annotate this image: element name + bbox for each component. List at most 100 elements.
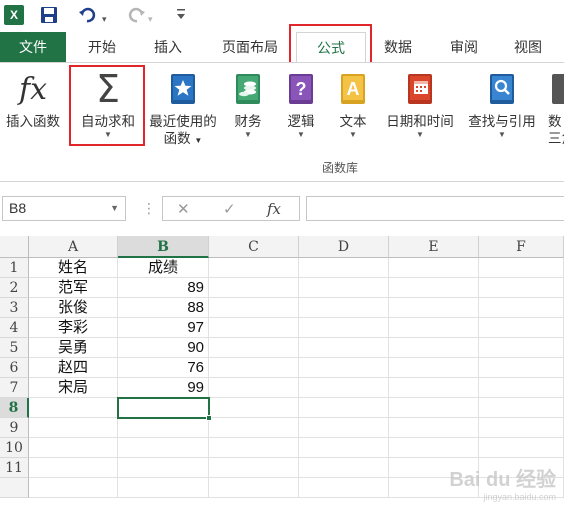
table-cell[interactable] [389, 438, 479, 458]
tab-page-layout[interactable]: 页面布局 [212, 32, 288, 62]
table-cell[interactable] [479, 418, 564, 438]
table-cell[interactable]: 成绩 [118, 258, 209, 278]
table-cell[interactable] [118, 418, 209, 438]
column-header[interactable]: D [299, 236, 389, 258]
table-cell[interactable] [389, 278, 479, 298]
tab-data[interactable]: 数据 [374, 32, 422, 62]
math-trig-button[interactable]: 数 三角 [548, 67, 564, 147]
column-header[interactable]: A [29, 236, 118, 258]
table-cell[interactable] [29, 458, 118, 478]
redo-dropdown-icon[interactable]: ▾ [148, 10, 153, 28]
table-cell[interactable] [209, 278, 299, 298]
table-cell[interactable] [479, 278, 564, 298]
table-cell[interactable] [299, 278, 389, 298]
column-header[interactable]: F [479, 236, 564, 258]
table-cell[interactable] [389, 418, 479, 438]
table-cell[interactable]: 吴勇 [29, 338, 118, 358]
table-cell[interactable]: 97 [118, 318, 209, 338]
row-header[interactable]: 5 [0, 338, 29, 358]
table-cell[interactable] [299, 438, 389, 458]
column-header[interactable]: E [389, 236, 479, 258]
table-cell[interactable] [299, 258, 389, 278]
table-cell[interactable] [299, 398, 389, 418]
table-cell[interactable] [209, 458, 299, 478]
table-cell[interactable]: 89 [118, 278, 209, 298]
table-cell[interactable] [209, 438, 299, 458]
table-cell[interactable]: 76 [118, 358, 209, 378]
tab-file[interactable]: 文件 [0, 32, 66, 62]
customize-icon[interactable] [176, 8, 186, 26]
table-cell[interactable] [479, 438, 564, 458]
enter-icon[interactable]: ✓ [223, 200, 236, 218]
table-cell[interactable]: 姓名 [29, 258, 118, 278]
table-cell[interactable] [479, 398, 564, 418]
table-cell[interactable] [479, 318, 564, 338]
table-cell[interactable]: 90 [118, 338, 209, 358]
table-cell[interactable]: 范军 [29, 278, 118, 298]
table-cell[interactable] [209, 318, 299, 338]
table-cell[interactable] [389, 298, 479, 318]
table-cell[interactable] [389, 398, 479, 418]
insert-function-icon[interactable]: fx [267, 200, 281, 218]
row-header[interactable]: 1 [0, 258, 29, 278]
row-header[interactable] [0, 478, 29, 498]
table-cell[interactable] [209, 478, 299, 498]
date-time-button[interactable]: 日期和时间 ▼ [382, 67, 458, 140]
row-header[interactable]: 4 [0, 318, 29, 338]
table-cell[interactable]: 99 [118, 378, 209, 398]
table-cell[interactable] [299, 478, 389, 498]
undo-dropdown-icon[interactable]: ▾ [102, 10, 107, 28]
table-cell[interactable] [479, 258, 564, 278]
table-cell[interactable] [118, 438, 209, 458]
financial-button[interactable]: 财务 ▼ [224, 67, 272, 140]
row-header[interactable]: 6 [0, 358, 29, 378]
tab-view[interactable]: 视图 [504, 32, 552, 62]
row-header[interactable]: 8 [0, 398, 29, 418]
table-cell[interactable] [118, 458, 209, 478]
splitter-icon[interactable]: ⋮ [142, 200, 156, 217]
table-cell[interactable]: 赵四 [29, 358, 118, 378]
table-cell[interactable] [389, 358, 479, 378]
table-cell[interactable] [479, 298, 564, 318]
redo-icon[interactable] [126, 6, 146, 29]
lookup-reference-button[interactable]: 查找与引用 ▼ [462, 67, 542, 140]
insert-function-button[interactable]: fx 插入函数 [0, 67, 66, 130]
table-cell[interactable] [299, 418, 389, 438]
text-functions-button[interactable]: A 文本 ▼ [330, 67, 376, 140]
table-cell[interactable] [209, 258, 299, 278]
table-cell[interactable] [389, 258, 479, 278]
fill-handle[interactable] [206, 415, 212, 421]
recent-functions-button[interactable]: 最近使用的 函数 ▼ [146, 67, 220, 149]
table-cell[interactable] [479, 358, 564, 378]
column-header[interactable]: B [118, 236, 209, 258]
table-cell[interactable] [479, 338, 564, 358]
row-header[interactable]: 10 [0, 438, 29, 458]
chevron-down-icon[interactable]: ▼ [110, 197, 119, 220]
table-cell[interactable] [29, 478, 118, 498]
table-cell[interactable] [209, 418, 299, 438]
logical-button[interactable]: ? 逻辑 ▼ [278, 67, 324, 140]
table-cell[interactable] [479, 378, 564, 398]
active-cell-b8[interactable] [117, 397, 212, 421]
cancel-icon[interactable]: ✕ [177, 200, 190, 218]
table-cell[interactable] [299, 318, 389, 338]
table-cell[interactable] [209, 338, 299, 358]
tab-home[interactable]: 开始 [78, 32, 126, 62]
row-header[interactable]: 11 [0, 458, 29, 478]
table-cell[interactable] [209, 398, 299, 418]
table-cell[interactable]: 88 [118, 298, 209, 318]
table-cell[interactable] [209, 358, 299, 378]
table-cell[interactable] [29, 398, 118, 418]
table-cell[interactable]: 李彩 [29, 318, 118, 338]
table-cell[interactable] [299, 378, 389, 398]
table-cell[interactable] [389, 338, 479, 358]
row-header[interactable]: 7 [0, 378, 29, 398]
table-cell[interactable] [299, 338, 389, 358]
table-cell[interactable] [299, 458, 389, 478]
tab-insert[interactable]: 插入 [144, 32, 192, 62]
table-cell[interactable]: 张俊 [29, 298, 118, 318]
table-cell[interactable] [389, 318, 479, 338]
table-cell[interactable] [209, 378, 299, 398]
undo-icon[interactable] [78, 6, 100, 29]
tab-review[interactable]: 审阅 [440, 32, 488, 62]
